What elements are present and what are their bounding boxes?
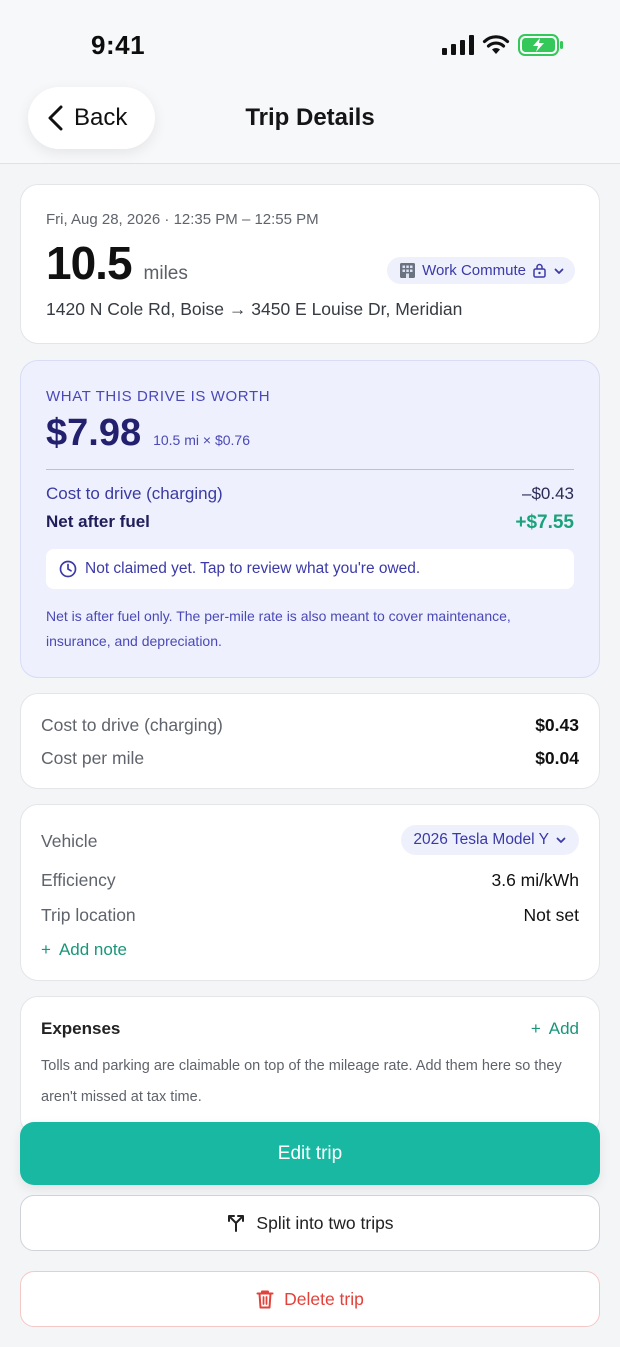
drive-worth-card: WHAT THIS DRIVE IS WORTH $7.98 10.5 mi ×… [20, 360, 600, 678]
trip-distance: 10.5 miles [46, 236, 188, 290]
cost-row: Cost per mile $0.04 [41, 748, 579, 769]
delete-trip-button[interactable]: Delete trip [20, 1271, 600, 1327]
chevron-down-icon [554, 268, 564, 274]
cost-card: Cost to drive (charging) $0.43 Cost per … [20, 693, 600, 789]
trip-location-row: Trip location Not set [41, 905, 579, 926]
net-after-fuel-value: +$7.55 [515, 512, 574, 533]
plus-icon: + [530, 1019, 541, 1038]
add-expense-button[interactable]: + Add [531, 1019, 579, 1039]
trip-date: Fri, Aug 28, 2026 · 12:35 PM – 12:55 PM [46, 211, 319, 228]
claim-status-banner[interactable]: Not claimed yet. Tap to review what you'… [46, 549, 574, 589]
efficiency-value: 3.6 mi/kWh [491, 870, 579, 890]
cost-row: Cost to drive (charging) $0.43 [41, 715, 579, 736]
cost-row-label: Cost to drive (charging) [41, 715, 223, 735]
vehicle-selector[interactable]: 2026 Tesla Model Y [401, 825, 579, 855]
expenses-card: Expenses + Add Tolls and parking are cla… [20, 996, 600, 1136]
worth-value: $7.98 [46, 412, 142, 454]
cost-row-label: Cost per mile [41, 748, 145, 768]
trip-summary-card: Fri, Aug 28, 2026 · 12:35 PM – 12:55 PM … [20, 184, 600, 344]
net-after-fuel-row: Net after fuel +$7.55 [46, 512, 574, 534]
status-icons [442, 34, 564, 56]
vehicle-selected: 2026 Tesla Model Y [413, 831, 549, 848]
vehicle-label: Vehicle [41, 831, 98, 851]
signal-icon [442, 35, 474, 55]
add-expense-label: Add [548, 1019, 579, 1038]
clock-icon [59, 560, 77, 578]
expenses-note: Tolls and parking are claimable on top o… [41, 1058, 562, 1105]
edit-trip-label: Edit trip [277, 1142, 343, 1164]
worth-calculation: 10.5 mi × $0.76 [153, 432, 250, 448]
trash-icon [256, 1290, 274, 1309]
status-time: 9:41 [91, 30, 146, 60]
expenses-title: Expenses [41, 1019, 121, 1038]
briefcase-lock-icon [533, 263, 546, 278]
trip-miles-unit: miles [143, 263, 188, 284]
claim-status-text: Not claimed yet. Tap to review what you'… [85, 560, 421, 577]
worth-label: WHAT THIS DRIVE IS WORTH [46, 388, 271, 405]
split-trip-label: Split into two trips [256, 1212, 394, 1233]
trip-location-value[interactable]: Not set [524, 905, 579, 926]
top-bar: 9:41 Back Trip Details [0, 0, 620, 164]
cost-row-value: $0.04 [535, 748, 579, 768]
split-trip-button[interactable]: Split into two trips [20, 1195, 600, 1251]
trip-miles-value: 10.5 [46, 237, 133, 289]
worth-footnote: Net is after fuel only. The per-mile rat… [46, 608, 511, 649]
split-icon [228, 1215, 245, 1232]
office-building-icon [400, 263, 416, 278]
trip-location-label: Trip location [41, 905, 136, 925]
plus-icon: + [41, 940, 51, 959]
cost-row-value: $0.43 [535, 715, 579, 735]
delete-trip-label: Delete trip [284, 1288, 364, 1309]
page-title: Trip Details [245, 104, 375, 131]
efficiency-label: Efficiency [41, 870, 116, 890]
net-after-fuel-label: Net after fuel [46, 512, 150, 531]
cost-to-drive-row: Cost to drive (charging) –$0.43 [46, 484, 574, 504]
cost-to-drive-label: Cost to drive (charging) [46, 484, 223, 503]
divider [46, 469, 574, 470]
add-note-button[interactable]: + Add note [41, 940, 127, 960]
cost-to-drive-value: –$0.43 [522, 484, 574, 503]
edit-trip-button[interactable]: Edit trip [20, 1122, 600, 1185]
add-note-label: Add note [58, 940, 127, 959]
category-selector[interactable]: Work Commute [387, 257, 575, 284]
chevron-down-icon [556, 837, 566, 843]
wifi-icon [482, 35, 510, 54]
trip-route: 1420 N Cole Rd, Boise → 3450 E Louise Dr… [46, 299, 463, 319]
vehicle-card: Vehicle 2026 Tesla Model Y Efficiency 3.… [20, 804, 600, 981]
battery-charging-icon [518, 34, 563, 56]
efficiency-row: Efficiency 3.6 mi/kWh [41, 870, 579, 891]
category-label: Work Commute [422, 262, 526, 279]
worth-amount: $7.98 10.5 mi × $0.76 [46, 412, 250, 455]
